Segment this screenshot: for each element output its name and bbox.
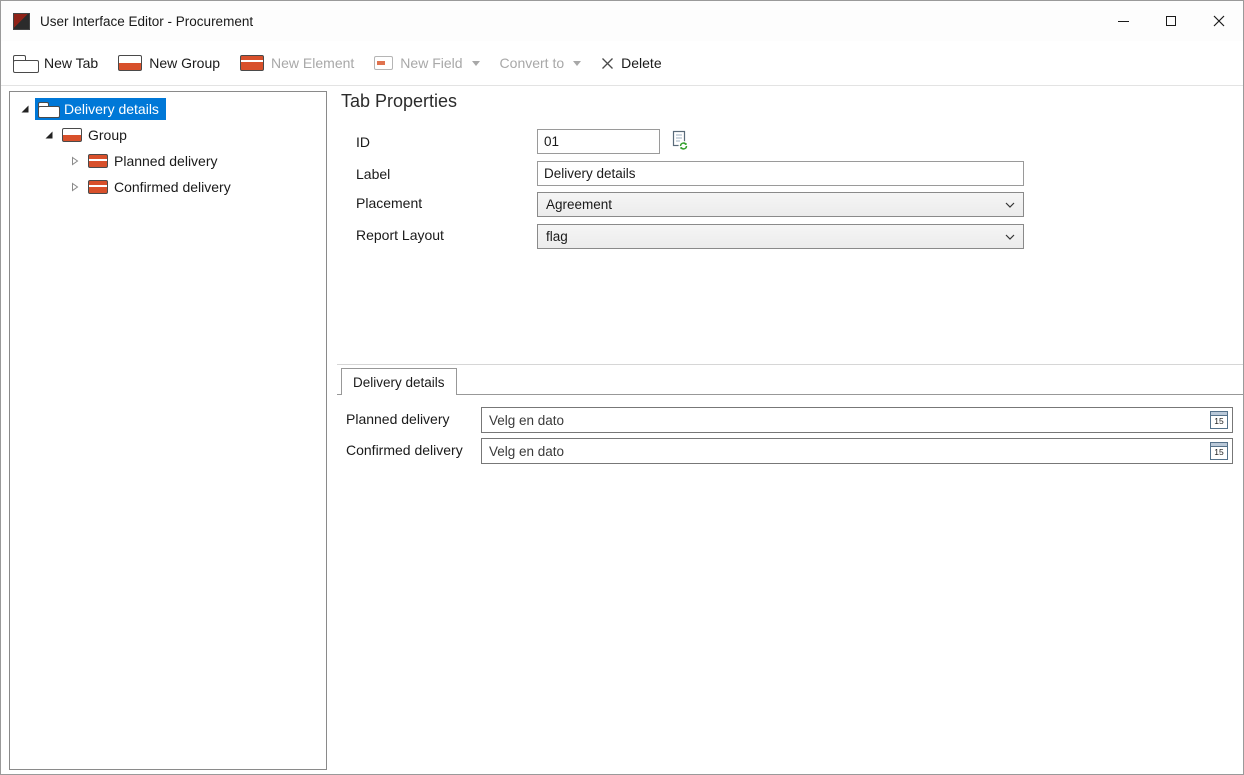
close-icon <box>1213 15 1225 27</box>
planned-delivery-date-input[interactable] <box>482 408 1232 432</box>
chevron-down-icon <box>1005 234 1015 240</box>
new-field-label: New Field <box>400 55 462 71</box>
convert-to-button[interactable]: Convert to <box>498 51 584 75</box>
minimize-button[interactable] <box>1099 1 1147 41</box>
new-element-icon <box>240 55 264 71</box>
delete-x-icon <box>601 57 614 70</box>
collapsed-triangle-icon <box>70 182 80 192</box>
placement-label: Placement <box>356 195 422 211</box>
report-layout-select[interactable]: flag <box>537 224 1024 249</box>
label-input[interactable] <box>537 161 1024 186</box>
planned-delivery-label: Planned delivery <box>346 411 450 427</box>
element-icon <box>88 154 108 168</box>
new-element-label: New Element <box>271 55 354 71</box>
tree-node[interactable]: Planned delivery <box>85 150 225 172</box>
convert-to-label: Convert to <box>500 55 565 71</box>
preview-tab-delivery-details[interactable]: Delivery details <box>341 368 457 395</box>
confirmed-delivery-date-input[interactable] <box>482 439 1232 463</box>
report-layout-label: Report Layout <box>356 227 444 243</box>
title-bar: User Interface Editor - Procurement <box>1 1 1243 41</box>
tree-item-delivery-details[interactable]: Delivery details <box>10 96 326 122</box>
placement-select[interactable]: Agreement <box>537 192 1024 217</box>
maximize-button[interactable] <box>1147 1 1195 41</box>
calendar-day-number: 15 <box>1214 416 1223 427</box>
tree-item-planned-delivery[interactable]: Planned delivery <box>10 148 326 174</box>
expand-toggle[interactable] <box>68 156 82 166</box>
delete-label: Delete <box>621 55 661 71</box>
close-button[interactable] <box>1195 1 1243 41</box>
expanded-triangle-icon <box>20 104 30 114</box>
window-controls <box>1099 1 1243 41</box>
tabstrip-line <box>337 394 1244 395</box>
tree-item-group[interactable]: Group <box>10 122 326 148</box>
id-label: ID <box>356 134 370 150</box>
expand-toggle[interactable] <box>68 182 82 192</box>
element-icon <box>88 180 108 194</box>
app-window: User Interface Editor - Procurement New … <box>0 0 1244 775</box>
pane-divider <box>337 364 1244 365</box>
tab-icon <box>38 102 58 116</box>
calendar-icon[interactable]: 15 <box>1210 442 1228 460</box>
structure-tree-panel: Delivery details Group Planned delivery <box>9 91 327 770</box>
expand-toggle[interactable] <box>42 130 56 140</box>
tree-node[interactable]: Group <box>59 124 134 146</box>
copy-id-button[interactable] <box>667 128 693 156</box>
new-element-button[interactable]: New Element <box>238 51 356 75</box>
new-field-button[interactable]: New Field <box>372 51 481 75</box>
new-group-button[interactable]: New Group <box>116 51 222 75</box>
tree-node-selected[interactable]: Delivery details <box>35 98 166 120</box>
chevron-down-icon <box>1005 202 1015 208</box>
new-tab-label: New Tab <box>44 55 98 71</box>
collapsed-triangle-icon <box>70 156 80 166</box>
minimize-icon <box>1118 21 1129 22</box>
maximize-icon <box>1166 16 1176 26</box>
tree-item-label: Group <box>88 127 127 143</box>
tree-item-confirmed-delivery[interactable]: Confirmed delivery <box>10 174 326 200</box>
confirmed-delivery-date-field: 15 <box>481 438 1233 464</box>
expanded-triangle-icon <box>44 130 54 140</box>
properties-heading: Tab Properties <box>341 91 457 112</box>
report-layout-value: flag <box>546 229 568 244</box>
chevron-down-icon <box>573 61 581 66</box>
preview-tab-label: Delivery details <box>353 375 445 390</box>
new-field-icon <box>374 56 393 70</box>
copy-refresh-icon <box>669 129 691 153</box>
placement-value: Agreement <box>546 197 612 212</box>
new-tab-icon <box>13 55 37 71</box>
chevron-down-icon <box>472 61 480 66</box>
new-tab-button[interactable]: New Tab <box>11 51 100 75</box>
new-group-icon <box>118 55 142 71</box>
group-icon <box>62 128 82 142</box>
id-input[interactable] <box>537 129 660 154</box>
calendar-day-number: 15 <box>1214 447 1223 458</box>
tree-item-label: Delivery details <box>64 101 159 117</box>
window-title: User Interface Editor - Procurement <box>40 14 253 29</box>
planned-delivery-date-field: 15 <box>481 407 1233 433</box>
delete-button[interactable]: Delete <box>599 51 663 75</box>
confirmed-delivery-label: Confirmed delivery <box>346 442 463 458</box>
tree-node[interactable]: Confirmed delivery <box>85 176 238 198</box>
tree-item-label: Confirmed delivery <box>114 179 231 195</box>
calendar-icon[interactable]: 15 <box>1210 411 1228 429</box>
tree-item-label: Planned delivery <box>114 153 218 169</box>
new-group-label: New Group <box>149 55 220 71</box>
label-label: Label <box>356 166 390 182</box>
expand-toggle[interactable] <box>18 104 32 114</box>
app-icon <box>13 13 30 30</box>
toolbar: New Tab New Group New Element New Field … <box>1 41 1243 86</box>
